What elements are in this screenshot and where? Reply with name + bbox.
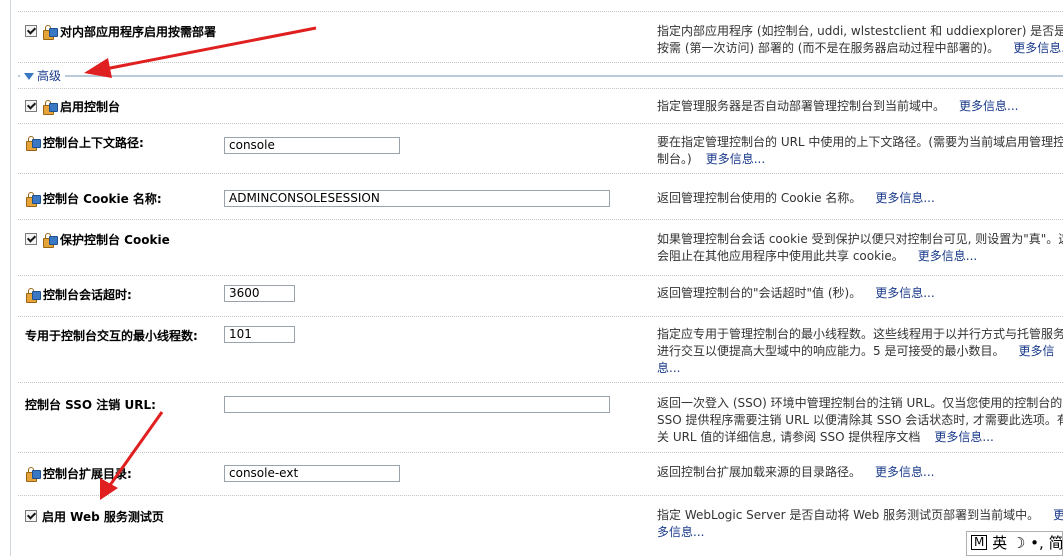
annotation-arrow-web-service-test bbox=[100, 411, 164, 500]
annotation-arrow-advanced bbox=[84, 26, 317, 78]
annotation-arrows bbox=[84, 26, 317, 500]
